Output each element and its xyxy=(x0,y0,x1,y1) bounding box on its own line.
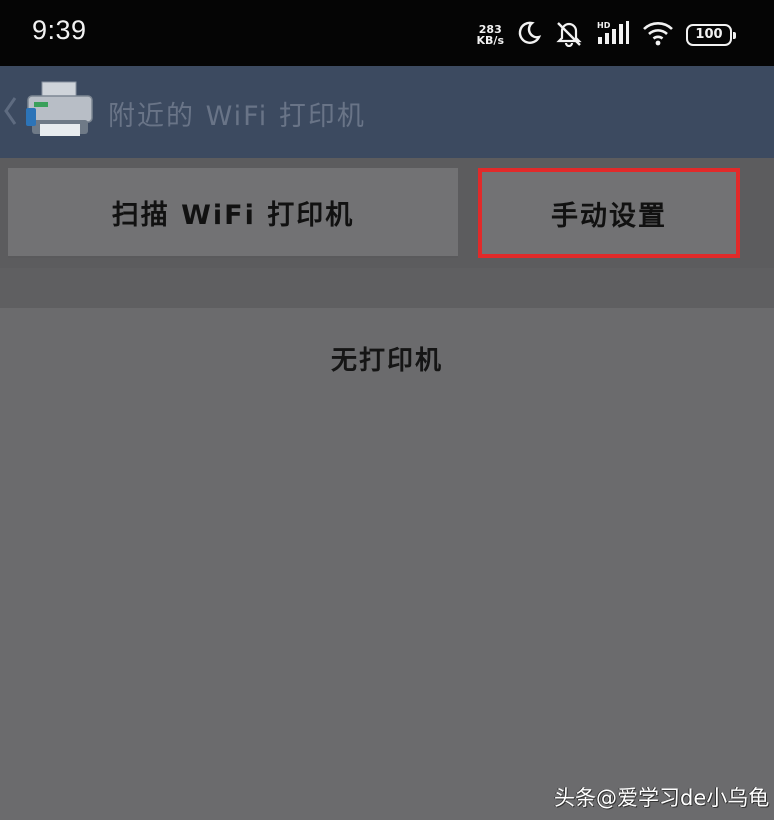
hd-signal-icon: HD xyxy=(596,20,630,50)
watermark-text: 头条@爱学习de小乌龟 xyxy=(554,786,770,810)
network-speed: 283 KB/s xyxy=(477,24,504,46)
printer-icon xyxy=(22,80,98,146)
status-time: 9:39 xyxy=(32,15,87,45)
scan-wifi-printer-button[interactable]: 扫描 WiFi 打印机 xyxy=(8,168,458,258)
screen: 9:39 283 KB/s HD 100 附近的 WiFi 打印机 扫描 WiF… xyxy=(0,0,774,820)
wifi-icon xyxy=(642,20,674,50)
moon-icon xyxy=(516,20,542,50)
network-speed-unit: KB/s xyxy=(476,34,504,47)
app-bar: 附近的 WiFi 打印机 xyxy=(0,66,774,158)
watermark: 头条@爱学习de小乌龟 xyxy=(540,778,774,820)
app-title: 附近的 WiFi 打印机 xyxy=(108,101,366,132)
action-row: 扫描 WiFi 打印机 手动设置 xyxy=(0,158,774,268)
battery-icon: 100 xyxy=(686,24,736,46)
chevron-left-icon[interactable] xyxy=(2,94,18,132)
divider-strip xyxy=(0,268,774,308)
svg-text:HD: HD xyxy=(597,21,611,30)
status-bar: 9:39 283 KB/s HD 100 xyxy=(0,0,774,66)
empty-list-message: 无打印机 xyxy=(330,346,443,376)
manual-setup-button[interactable]: 手动设置 xyxy=(478,168,740,258)
mute-icon xyxy=(554,19,584,51)
status-icons: 283 KB/s HD 100 xyxy=(477,18,736,52)
